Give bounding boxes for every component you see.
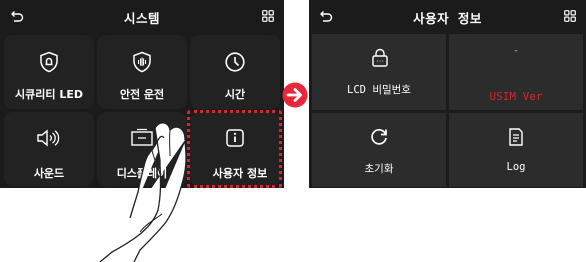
system-header: 시스템 bbox=[0, 0, 284, 33]
usim-version-tile: - USIM Ver bbox=[449, 34, 583, 110]
page-title: 시스템 bbox=[123, 11, 160, 26]
user-info-header: 사용자 정보 bbox=[309, 0, 586, 33]
tile-label: LCD 비밀번호 bbox=[347, 84, 411, 96]
pointing-hand-icon bbox=[99, 122, 187, 262]
security-bell-icon bbox=[40, 51, 58, 73]
tile-time[interactable]: 시간 bbox=[190, 35, 280, 109]
clock-icon bbox=[225, 52, 245, 72]
shield-icon bbox=[133, 51, 151, 73]
document-icon bbox=[509, 128, 523, 146]
tile-security-led[interactable]: 시큐리티 LED bbox=[4, 35, 94, 109]
grid-icon[interactable] bbox=[262, 10, 274, 22]
tile-label: 초기화 bbox=[364, 163, 394, 175]
reset-tile[interactable]: 초기화 bbox=[312, 113, 446, 187]
lcd-password-tile[interactable]: LCD 비밀번호 bbox=[312, 34, 446, 110]
tile-sound[interactable]: 사운드 bbox=[4, 112, 94, 186]
reset-icon bbox=[371, 128, 387, 145]
tile-label: Log bbox=[506, 161, 526, 173]
usim-version-value: - bbox=[513, 46, 519, 56]
transition-arrow-icon bbox=[282, 82, 308, 108]
grid-icon[interactable] bbox=[564, 10, 576, 22]
tile-label: 시큐리티 LED bbox=[15, 88, 83, 101]
usim-version-label: USIM Ver bbox=[489, 90, 543, 103]
log-tile[interactable]: Log bbox=[449, 113, 583, 187]
page-title: 사용자 정보 bbox=[413, 11, 482, 26]
speaker-icon bbox=[37, 129, 60, 147]
user-info-screen: 사용자 정보 LCD 비밀번호 - USIM Ver 초기화 Log bbox=[309, 0, 586, 188]
tile-label: 사운드 bbox=[33, 167, 65, 180]
lock-icon bbox=[372, 48, 388, 67]
tile-safe-driving[interactable]: 안전 운전 bbox=[97, 35, 187, 109]
